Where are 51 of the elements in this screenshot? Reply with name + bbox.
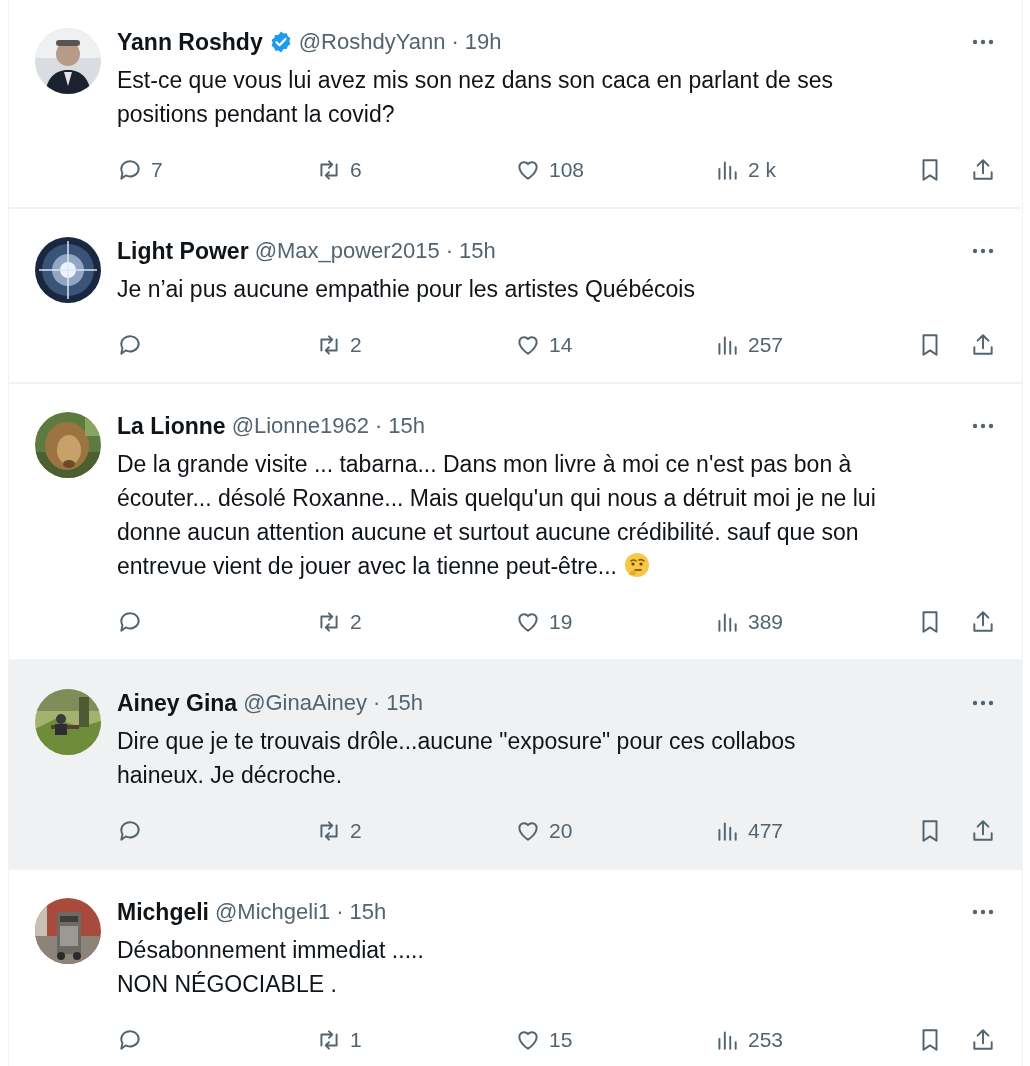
- reply-action[interactable]: 7: [117, 157, 316, 183]
- post-text: Dire que je te trouvais drôle...aucune "exposure" pour ces collabos haineux. Je décroche.: [117, 727, 797, 790]
- user-handle[interactable]: @Lionne1962: [231, 413, 369, 439]
- post-text: De la grande visite ... tabarna... Dans mon livre à moi ce n'est pas bon à écouter... désolé Roxanne... Mais quelqu'un qui nous a détruit moi je ne lui donne aucun attention aucune et surtout aucune crédibilité. sauf que son entrevue vient de jouer avec la tienne peut-être...: [117, 450, 877, 581]
- separator: ·: [373, 690, 381, 716]
- timestamp[interactable]: 15h: [388, 413, 425, 439]
- separator: ·: [336, 899, 344, 925]
- post-text: Je n’ai pus aucune empathie pour les artistes Québécois: [117, 275, 696, 304]
- repost-action[interactable]: 2: [316, 818, 515, 844]
- bar-chart-action[interactable]: 477: [714, 818, 913, 844]
- share-icon[interactable]: [970, 818, 996, 844]
- repost-action[interactable]: 6: [316, 157, 515, 183]
- repost-action[interactable]: 1: [316, 1027, 515, 1053]
- post-text: Désabonnement immediat ..... NON NÉGOCIABLE .: [117, 936, 425, 999]
- heart-action[interactable]: 19: [515, 609, 714, 635]
- user-handle[interactable]: @Michgeli1: [215, 899, 331, 925]
- heart-action[interactable]: 15: [515, 1027, 714, 1053]
- separator: ·: [374, 413, 383, 439]
- share-icon[interactable]: [970, 332, 996, 358]
- author-name[interactable]: Yann Roshdy: [117, 28, 263, 56]
- separator: ·: [445, 238, 453, 264]
- heart-action[interactable]: 108: [515, 157, 714, 183]
- reply-icon: [117, 818, 143, 844]
- user-handle[interactable]: @GinaAiney: [243, 690, 367, 716]
- author-name[interactable]: La Lionne: [117, 412, 226, 440]
- post-text: Est-ce que vous lui avez mis son nez dans son caca en parlant de ses positions pendant la covid?: [117, 66, 834, 129]
- reply-icon: [117, 609, 143, 635]
- repost-action[interactable]: 2: [316, 609, 515, 635]
- bar-chart-action[interactable]: 257: [714, 332, 913, 358]
- bar-chart-action[interactable]: 253: [714, 1027, 913, 1053]
- timestamp[interactable]: 15h: [386, 690, 424, 716]
- author-name[interactable]: Michgeli: [117, 898, 209, 926]
- bar-chart-action[interactable]: 389: [714, 609, 913, 635]
- timestamp[interactable]: 15h: [349, 899, 387, 925]
- repost-action[interactable]: 2: [316, 332, 515, 358]
- timestamp[interactable]: 19h: [464, 29, 502, 55]
- author-name[interactable]: Light Power: [117, 237, 249, 265]
- separator: ·: [451, 29, 459, 55]
- share-icon[interactable]: [970, 1027, 996, 1053]
- author-name[interactable]: Ainey Gina: [117, 689, 238, 717]
- user-handle[interactable]: @RoshdyYann: [298, 29, 446, 55]
- heart-action[interactable]: 14: [515, 332, 714, 358]
- reply-icon: [117, 157, 143, 183]
- share-icon[interactable]: [970, 609, 996, 635]
- reply-icon: [117, 1027, 143, 1053]
- user-handle[interactable]: @Max_power2015: [254, 238, 440, 264]
- share-icon[interactable]: [970, 157, 996, 183]
- reply-icon: [117, 332, 143, 358]
- bar-chart-action[interactable]: 2 k: [714, 157, 913, 183]
- timestamp[interactable]: 15h: [458, 238, 496, 264]
- heart-action[interactable]: 20: [515, 818, 714, 844]
